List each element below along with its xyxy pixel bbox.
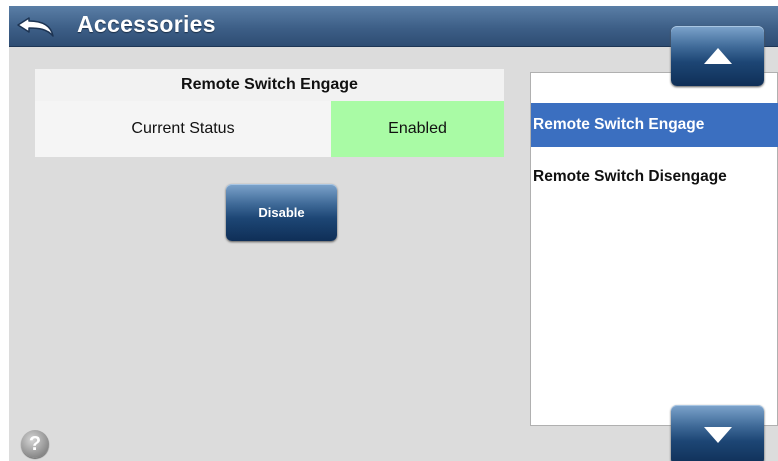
accessory-list: Remote Switch Engage Remote Switch Disen… [530,72,778,426]
triangle-down-icon [703,427,732,443]
status-heading: Remote Switch Engage [35,69,504,101]
list-item-remote-switch-disengage[interactable]: Remote Switch Disengage [531,155,778,199]
title-bar: Accessories [9,6,778,47]
current-status-label: Current Status [35,101,331,157]
scroll-up-button[interactable] [671,26,764,86]
back-arrow-icon[interactable] [15,12,61,40]
list-item-remote-switch-engage[interactable]: Remote Switch Engage [531,103,778,147]
status-table-header: Remote Switch Engage [35,69,504,101]
status-row: Current Status Enabled [35,101,504,157]
status-table: Remote Switch Engage Current Status Enab… [35,69,504,157]
accessories-screen: Accessories Remote Switch Engage Current… [9,6,778,461]
triangle-up-icon [703,48,732,64]
current-status-value: Enabled [331,101,504,157]
scroll-down-button[interactable] [671,405,764,461]
help-icon[interactable]: ? [21,430,49,458]
page-title: Accessories [77,11,216,37]
disable-button[interactable]: Disable [226,184,337,241]
